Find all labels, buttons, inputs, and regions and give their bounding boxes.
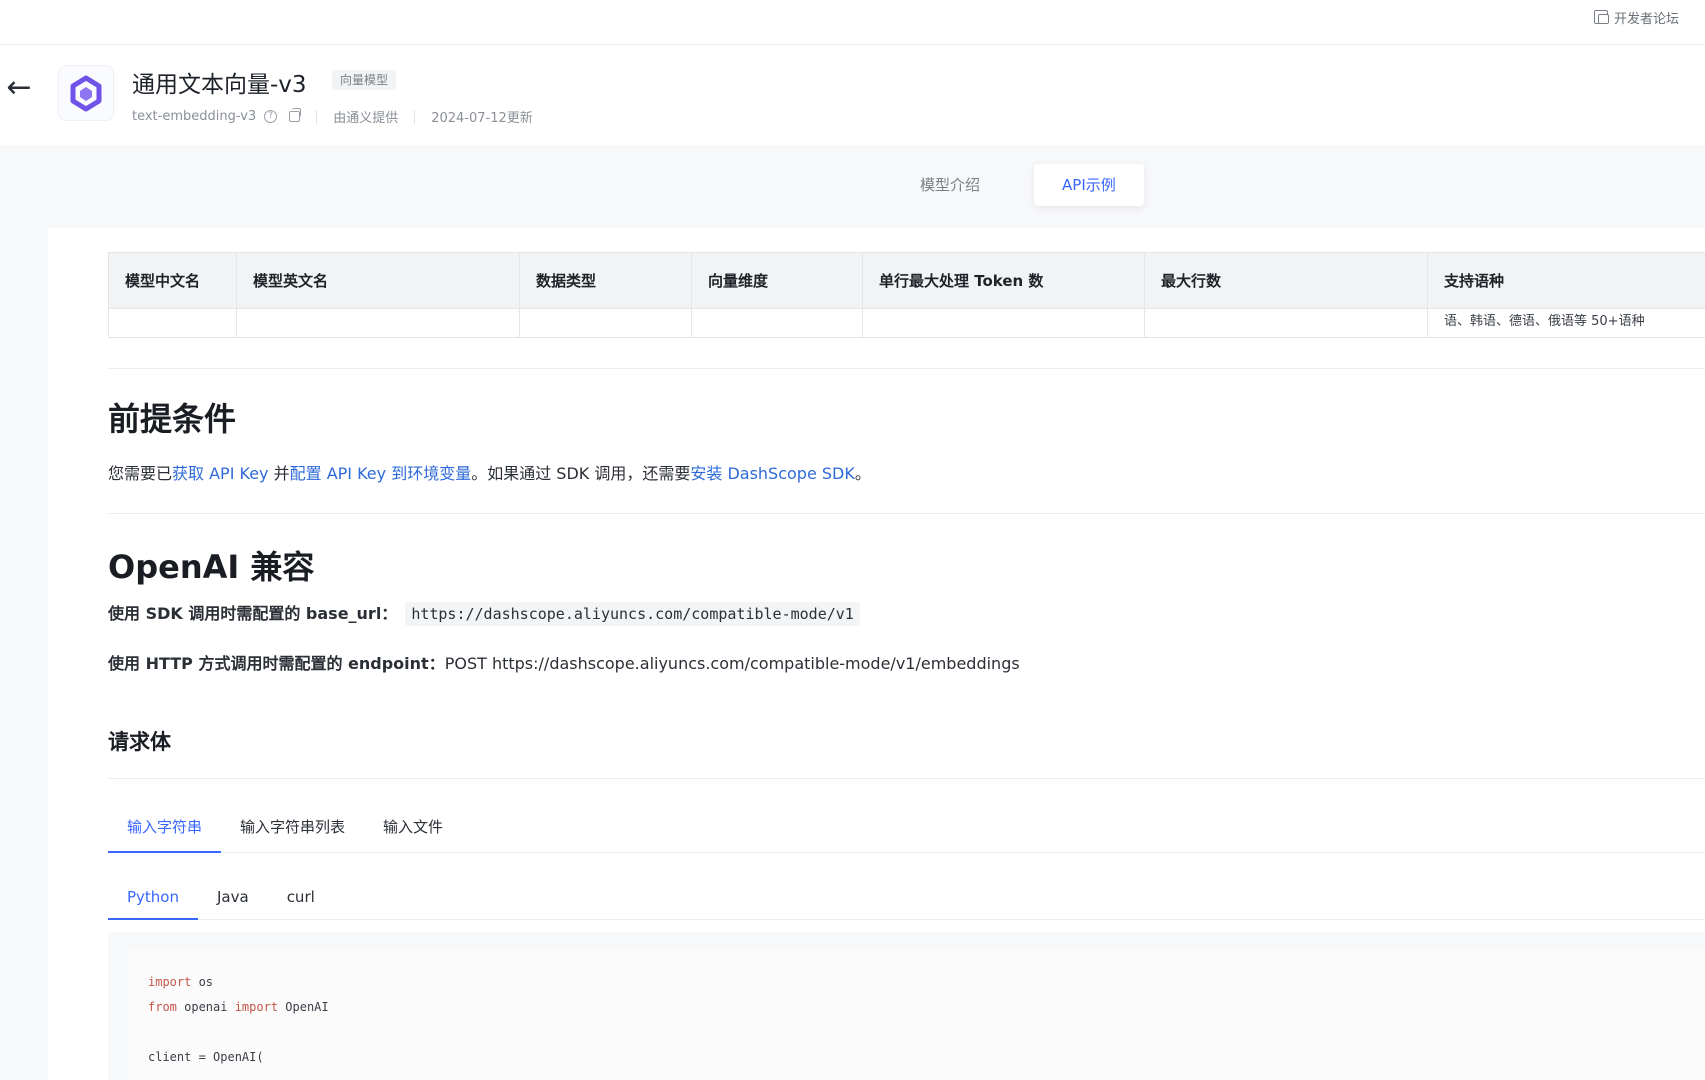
tab-python[interactable]: Python [108,875,198,920]
table-header-cell: 支持语种 [1427,252,1705,309]
tab-input-file[interactable]: 输入文件 [364,803,462,852]
table-cell: 语、韩语、德语、俄语等 50+语种 [1427,308,1705,338]
section-divider [108,368,1705,369]
openai-heading: OpenAI 兼容 [108,548,315,586]
back-button[interactable]: ← [4,73,34,103]
prereq-text-2: 并 [268,464,290,483]
code-keyword: import [234,1000,279,1014]
model-code: text-embedding-v3 [132,109,257,124]
model-updated: 2024-07-12更新 [431,111,533,126]
model-provider: 由通义提供 [333,111,399,126]
code-line: import os [148,975,213,989]
code-text: client = OpenAI( [148,1050,264,1064]
developer-forum-label: 开发者论坛 [1613,11,1679,27]
meta-divider [414,109,416,124]
code-text: openai [176,1000,235,1014]
code-line: from openai import OpenAI [148,1000,329,1014]
base-url-line: 使用 SDK 调用时需配置的 base_url： https://dashscop… [108,600,860,626]
model-type-tag: 向量模型 [332,70,397,90]
tab-model-intro[interactable]: 模型介绍 [892,164,1008,206]
table-cell [236,308,520,338]
code-keyword: from [148,1000,177,1014]
code-text: OpenAI [278,1000,329,1014]
content-card: 模型中文名 模型英文名 数据类型 向量维度 单行最大处理 Token 数 最大行… [48,228,1705,1080]
table-header-cell: 模型英文名 [236,252,520,309]
tab-curl[interactable]: curl [268,875,334,919]
table-cell [519,308,692,338]
base-url-value: https://dashscope.aliyuncs.com/compatibl… [405,602,860,626]
prereq-text-1: 您需要已 [108,464,173,483]
table-header-row: 模型中文名 模型英文名 数据类型 向量维度 单行最大处理 Token 数 最大行… [108,252,1705,309]
tab-java[interactable]: Java [198,875,268,919]
code-keyword: import [148,975,192,989]
forum-icon [1593,10,1609,24]
tab-input-string-list[interactable]: 输入字符串列表 [221,803,364,852]
model-spec-table: 模型中文名 模型英文名 数据类型 向量维度 单行最大处理 Token 数 最大行… [108,252,1705,338]
endpoint-line: 使用 HTTP 方式调用时需配置的 endpoint：POST https://… [108,650,1020,674]
tab-api-example[interactable]: API示例 [1034,164,1144,206]
table-header-cell: 单行最大处理 Token 数 [862,252,1145,309]
meta-divider [316,109,318,124]
table-cell [108,308,237,338]
endpoint-label: 使用 HTTP 方式调用时需配置的 endpoint： [108,654,445,673]
prereq-heading: 前提条件 [108,400,237,438]
input-tabs: 输入字符串 输入字符串列表 输入文件 [108,803,1705,853]
arrow-left-icon: ← [6,70,32,105]
install-sdk-link[interactable]: 安装 DashScope SDK [690,464,855,483]
section-divider [108,513,1705,514]
model-logo [58,65,114,121]
section-divider [108,778,1705,779]
endpoint-value: POST https://dashscope.aliyuncs.com/comp… [444,654,1020,673]
model-title: 通用文本向量-v3 [132,72,307,98]
prereq-text-3: 。如果通过 SDK 调用，还需要 [471,464,691,483]
code-text: os [191,975,214,989]
prereq-text-4: 。 [854,464,871,483]
get-api-key-link[interactable]: 获取 API Key [172,464,269,483]
table-header-cell: 模型中文名 [108,252,237,309]
table-cell [862,308,1145,338]
table-cell [1144,308,1428,338]
config-api-key-link[interactable]: 配置 API Key 到环境变量 [290,464,472,483]
table-header-cell: 向量维度 [691,252,863,309]
table-cell [691,308,863,338]
copy-icon[interactable] [289,108,302,122]
table-header-cell: 数据类型 [519,252,692,309]
language-tabs: Python Java curl [108,875,1705,920]
request-body-heading: 请求体 [108,730,171,754]
languages-cell-text: 语、韩语、德语、俄语等 50+语种 [1444,313,1645,329]
tab-input-string[interactable]: 输入字符串 [108,803,222,853]
code-line: client = OpenAI( [148,1050,264,1064]
tongyi-logo-icon [70,75,102,112]
base-url-label: 使用 SDK 调用时需配置的 base_url： [108,604,398,623]
code-area: import os from openai import OpenAI clie… [108,932,1705,1080]
table-header-cell: 最大行数 [1144,252,1428,309]
code-block[interactable]: import os from openai import OpenAI clie… [128,950,1705,1080]
help-icon[interactable]: ? [264,110,278,123]
prereq-text: 您需要已获取 API Key 并配置 API Key 到环境变量。如果通过 SD… [108,460,871,484]
top-bar: 开发者论坛 [0,0,1705,45]
model-header: ← 通用文本向量-v3 向量模型 text-embedding-v3 ? 由通义… [0,45,1705,145]
developer-forum-link[interactable]: 开发者论坛 [1593,6,1679,28]
page-tabs: 模型介绍 API示例 [892,164,1144,206]
model-meta: text-embedding-v3 ? 由通义提供 2024-07-12更新 [132,107,533,126]
table-row: 语、韩语、德语、俄语等 50+语种 [108,308,1705,338]
